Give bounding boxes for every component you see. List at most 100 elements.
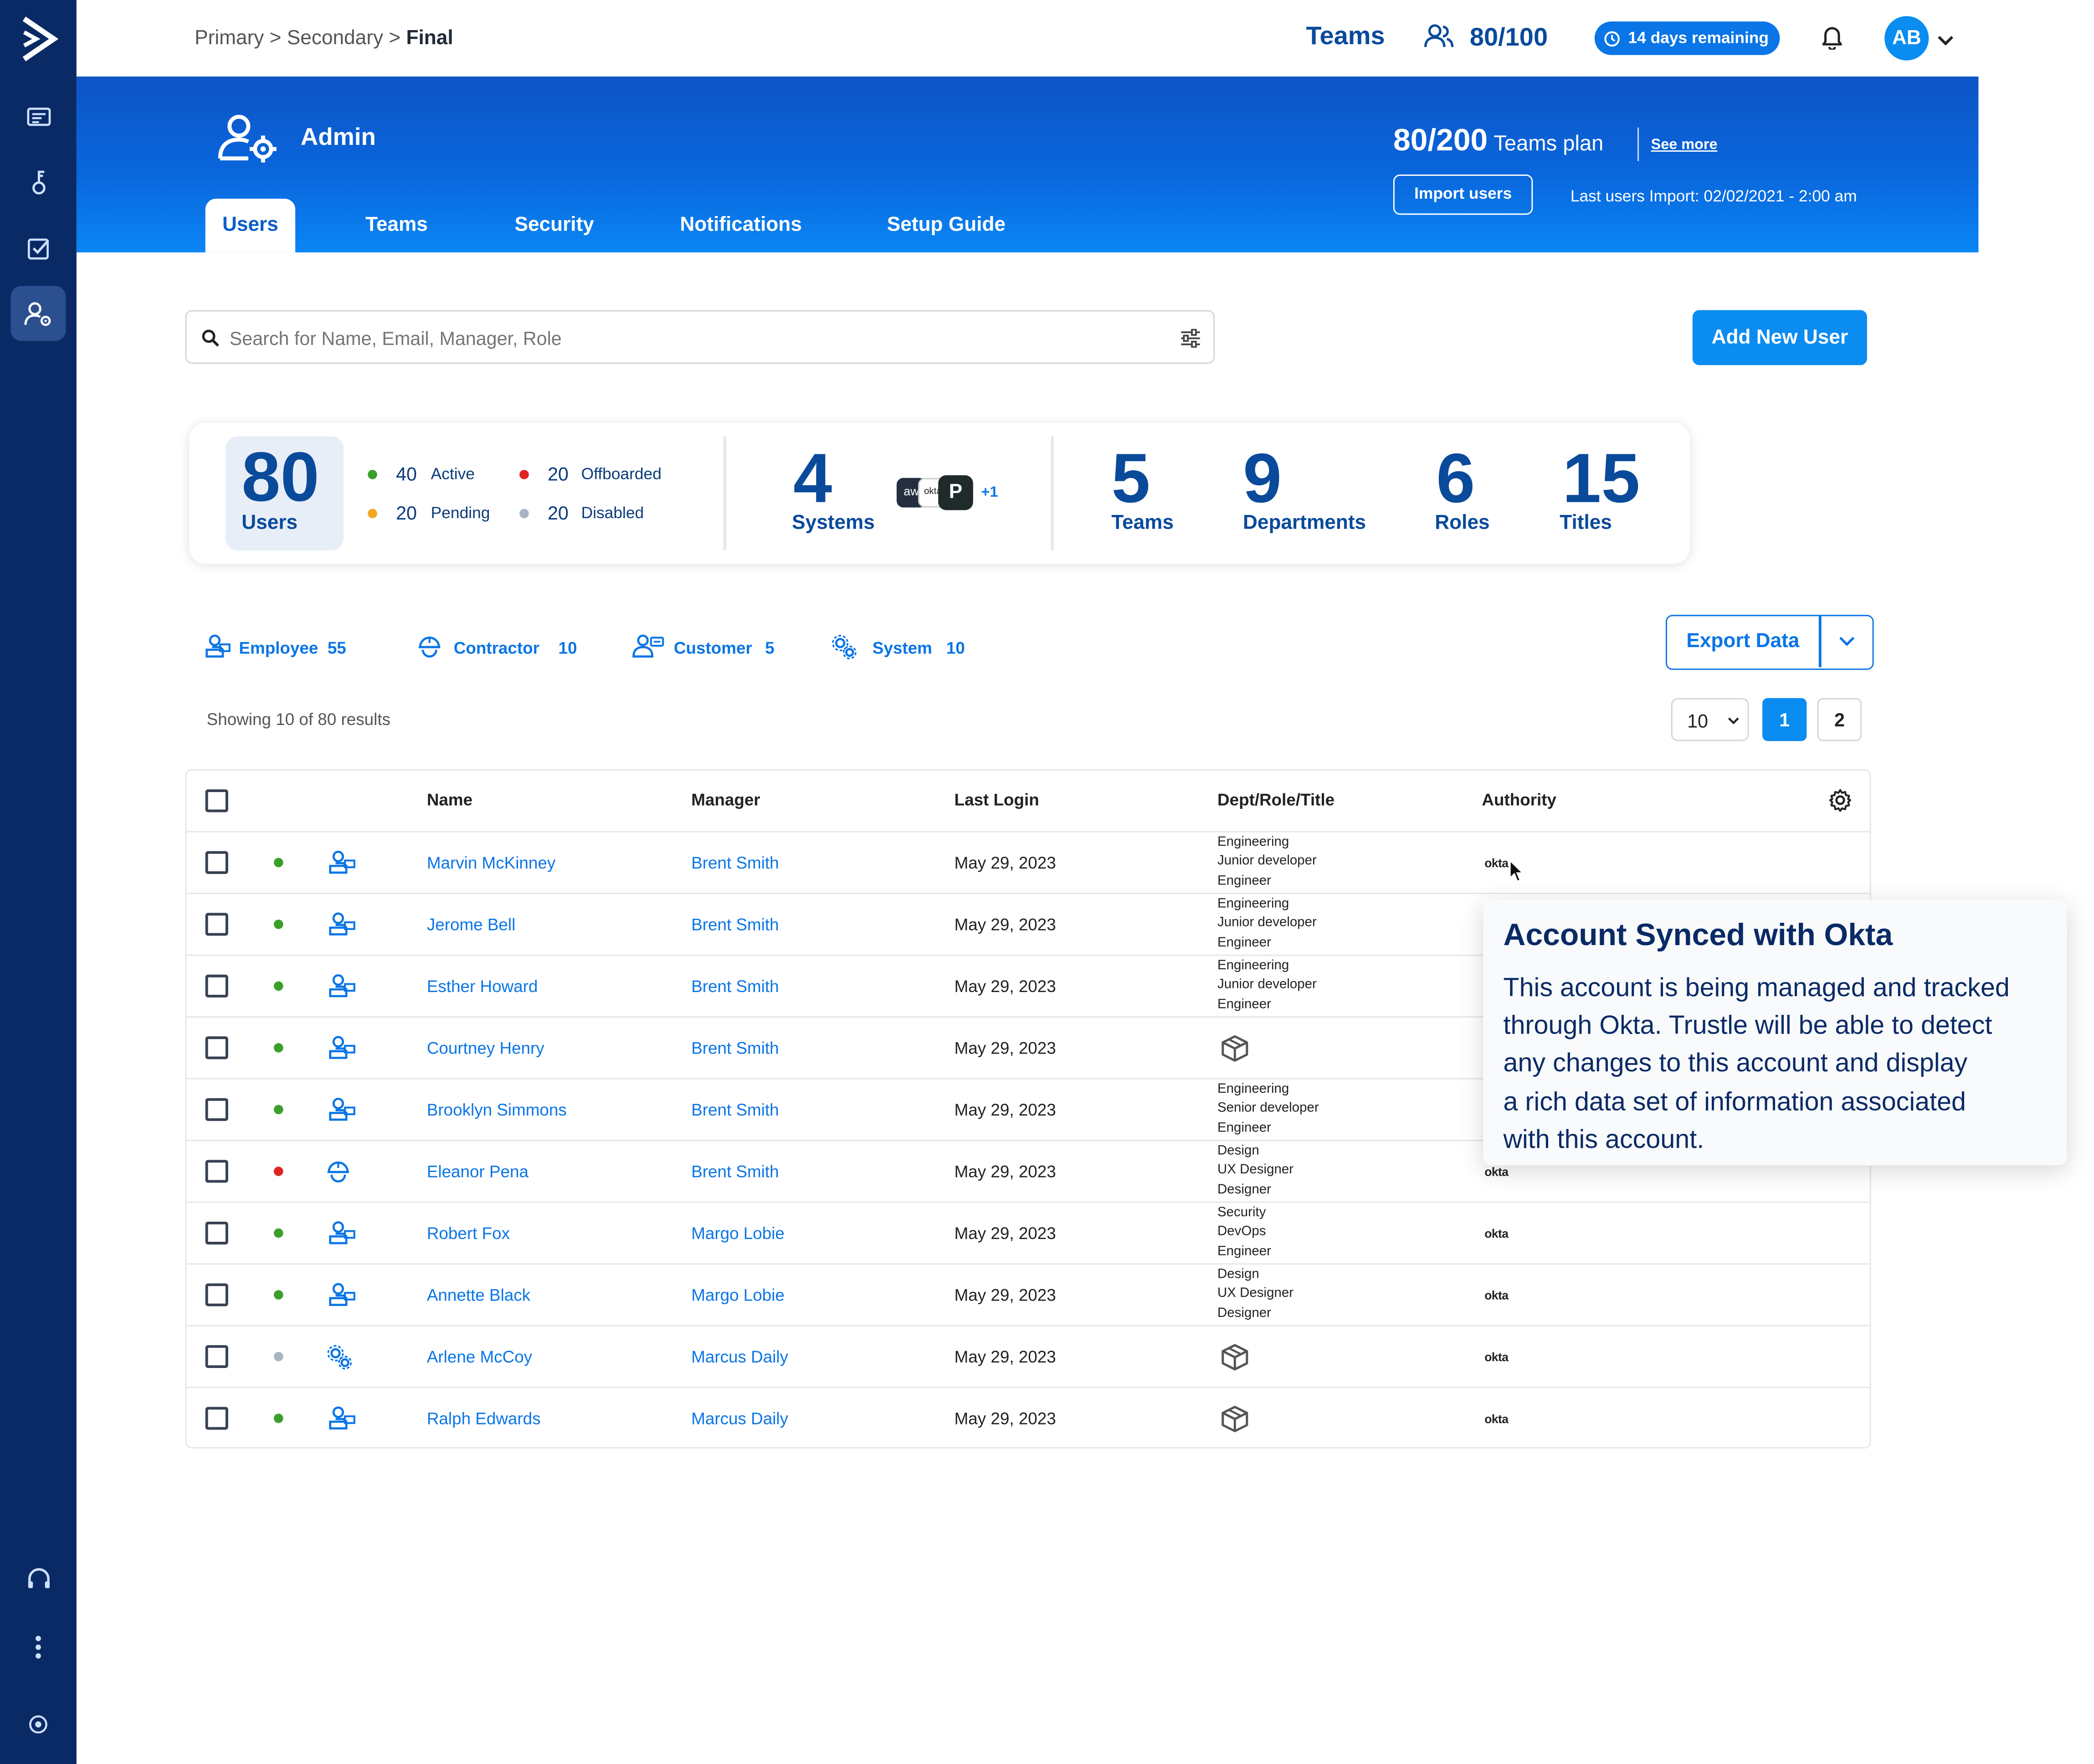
authority-okta-logo[interactable]: okta: [1484, 1165, 1509, 1178]
table-row[interactable]: Marvin McKinney Brent Smith May 29, 2023 En…: [186, 833, 1870, 895]
page-button-2[interactable]: 2: [1817, 698, 1862, 741]
tab-setup-guide[interactable]: Setup Guide: [881, 199, 1012, 252]
manager-link[interactable]: Marcus Daily: [691, 1409, 788, 1428]
page-size-select[interactable]: 10: [1671, 698, 1749, 741]
user-name-link[interactable]: Annette Black: [427, 1286, 530, 1305]
gear-icon[interactable]: [1828, 788, 1852, 812]
support-headset-icon[interactable]: [26, 1567, 52, 1600]
row-checkbox[interactable]: [205, 974, 228, 998]
user-name-link[interactable]: Robert Fox: [427, 1224, 510, 1243]
user-name-link[interactable]: Ralph Edwards: [427, 1409, 541, 1428]
user-name-link[interactable]: Arlene McCoy: [427, 1348, 532, 1367]
employee-icon: [326, 1220, 356, 1251]
user-name-link[interactable]: Esther Howard: [427, 977, 538, 996]
bell-icon[interactable]: [1822, 24, 1843, 57]
manager-link[interactable]: Brent Smith: [691, 915, 779, 934]
manager-link[interactable]: Margo Lobie: [691, 1286, 785, 1305]
sidebar-key-icon[interactable]: [11, 154, 66, 210]
tab-teams[interactable]: Teams: [354, 199, 439, 252]
results-count-text: Showing 10 of 80 results: [206, 710, 390, 729]
status-dot: [273, 1228, 283, 1238]
tab-users[interactable]: Users: [205, 199, 296, 252]
sidebar-dashboard-icon[interactable]: [11, 88, 66, 144]
authority-okta-logo[interactable]: okta: [1484, 1351, 1509, 1364]
user-name-link[interactable]: Jerome Bell: [427, 915, 515, 934]
systems-more[interactable]: +1: [981, 485, 998, 501]
manager-link[interactable]: Brent Smith: [691, 1101, 779, 1120]
column-header-name[interactable]: Name: [427, 791, 472, 809]
search-input[interactable]: [226, 322, 1159, 355]
row-checkbox[interactable]: [205, 1407, 228, 1430]
manager-link[interactable]: Margo Lobie: [691, 1224, 785, 1243]
tab-notifications[interactable]: Notifications: [675, 199, 807, 252]
status-dot: [368, 509, 377, 519]
export-data-button[interactable]: Export Data: [1667, 616, 1819, 667]
user-name-link[interactable]: Eleanor Pena: [427, 1162, 529, 1181]
system-logos[interactable]: aw okta P: [896, 475, 977, 510]
divider: [1818, 616, 1821, 668]
breadcrumb-secondary[interactable]: Secondary: [287, 27, 383, 50]
authority-okta-logo[interactable]: okta: [1484, 1412, 1509, 1425]
status-dot: [273, 1290, 283, 1300]
avatar[interactable]: AB: [1884, 16, 1929, 61]
users-total-tile[interactable]: 80 Users: [225, 436, 344, 550]
manager-link[interactable]: Brent Smith: [691, 977, 779, 996]
column-header-dept-role-title[interactable]: Dept/Role/Title: [1217, 791, 1334, 809]
last-login: May 29, 2023: [954, 1162, 1056, 1182]
column-header-authority[interactable]: Authority: [1482, 791, 1556, 809]
user-name-link[interactable]: Brooklyn Simmons: [427, 1101, 567, 1120]
see-more-link[interactable]: See more: [1651, 137, 1718, 153]
user-name-link[interactable]: Courtney Henry: [427, 1039, 544, 1058]
app-logo[interactable]: [19, 16, 59, 68]
collapse-icon[interactable]: [28, 1714, 48, 1741]
teams-count: 5: [1111, 440, 1150, 519]
table-row[interactable]: Ralph Edwards Marcus Daily May 29, 2023 okt…: [186, 1388, 1869, 1450]
row-checkbox[interactable]: [205, 851, 228, 874]
status-dot: [273, 981, 283, 991]
manager-link[interactable]: Marcus Daily: [691, 1348, 788, 1367]
tab-security[interactable]: Security: [506, 199, 603, 252]
row-checkbox[interactable]: [205, 1221, 228, 1245]
table-row[interactable]: Annette Black Margo Lobie May 29, 2023 Desi…: [186, 1265, 1870, 1327]
chevron-down-icon[interactable]: [1937, 30, 1954, 54]
plan-summary: 80/200 Teams plan: [1393, 122, 1603, 159]
row-checkbox[interactable]: [205, 1283, 228, 1306]
filter-count: 10: [946, 639, 965, 658]
row-checkbox[interactable]: [205, 1036, 228, 1059]
manager-link[interactable]: Brent Smith: [691, 1162, 779, 1181]
column-header-last-login[interactable]: Last Login: [955, 791, 1039, 809]
table-row[interactable]: Arlene McCoy Marcus Daily May 29, 2023 okta: [186, 1327, 1870, 1389]
user-name-link[interactable]: Marvin McKinney: [427, 854, 555, 873]
filter-sliders-icon[interactable]: [1180, 329, 1201, 348]
last-login: May 29, 2023: [954, 1224, 1056, 1243]
authority-okta-logo[interactable]: okta: [1484, 1289, 1509, 1302]
dept-line: Designer: [1217, 1182, 1271, 1197]
manager-link[interactable]: Brent Smith: [691, 854, 779, 873]
sidebar-admin-icon[interactable]: [10, 286, 66, 341]
offboarded-label: Offboarded: [581, 464, 662, 483]
users-label: Users: [241, 511, 298, 535]
teams-plan-link[interactable]: Teams: [1306, 23, 1385, 52]
dept-line: Engineering: [1217, 896, 1289, 912]
plan-name: Teams plan: [1494, 133, 1604, 156]
page-button-1[interactable]: 1: [1762, 698, 1807, 741]
authority-okta-logo[interactable]: okta: [1484, 1227, 1509, 1240]
breadcrumb-final: Final: [406, 26, 453, 50]
authority-okta-logo[interactable]: okta: [1484, 857, 1509, 870]
sidebar-tasks-icon[interactable]: [11, 220, 66, 275]
row-checkbox[interactable]: [205, 1345, 228, 1368]
column-header-manager[interactable]: Manager: [691, 791, 760, 809]
breadcrumb-primary[interactable]: Primary: [195, 27, 264, 50]
add-new-user-button[interactable]: Add New User: [1692, 310, 1867, 365]
row-checkbox[interactable]: [205, 913, 228, 936]
more-options-icon[interactable]: [35, 1635, 42, 1666]
row-checkbox[interactable]: [205, 1098, 228, 1121]
table-row[interactable]: Robert Fox Margo Lobie May 29, 2023 Securit…: [186, 1203, 1870, 1265]
manager-link[interactable]: Brent Smith: [691, 1039, 779, 1058]
dept-role-title: Design UX Designer Designer: [1217, 1142, 1293, 1200]
import-users-button[interactable]: Import users: [1393, 174, 1533, 215]
select-all-checkbox[interactable]: [205, 789, 228, 813]
export-menu-toggle[interactable]: [1822, 616, 1873, 667]
row-checkbox[interactable]: [205, 1160, 228, 1183]
last-login: May 29, 2023: [954, 1409, 1056, 1429]
